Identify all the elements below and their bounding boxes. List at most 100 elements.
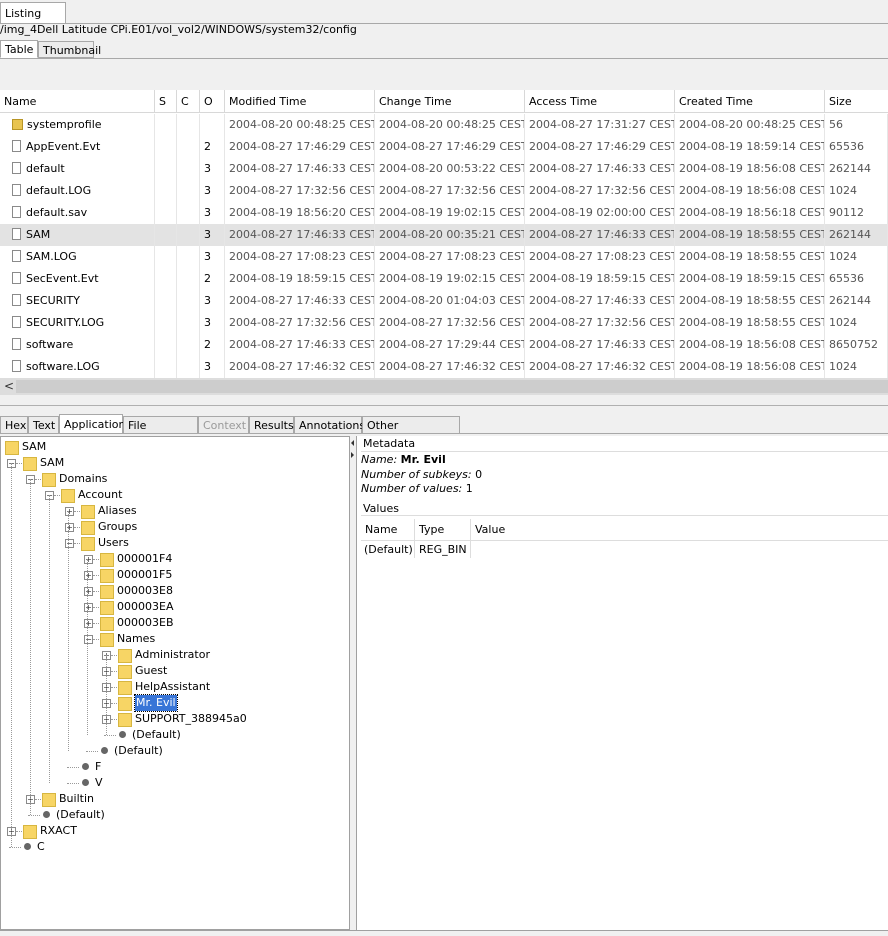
cell-chg: 2004-08-19 19:02:15 CEST bbox=[375, 268, 525, 290]
tree-node[interactable]: +000003EA bbox=[1, 599, 349, 615]
listing-tab[interactable]: Listing bbox=[0, 2, 66, 24]
file-name: software.LOG bbox=[26, 360, 100, 373]
tree-node[interactable]: SAM bbox=[1, 439, 349, 455]
tree-connector bbox=[111, 687, 117, 688]
divider-right-arrow-icon[interactable] bbox=[351, 452, 354, 458]
table-row[interactable]: AppEvent.Evt 2 2004-08-27 17:46:29 CEST 200… bbox=[0, 136, 888, 158]
table-row[interactable]: default.sav 3 2004-08-19 18:56:20 CEST 2004… bbox=[0, 202, 888, 224]
tree-node[interactable]: − Account bbox=[1, 487, 349, 503]
table-row[interactable]: SECURITY 3 2004-08-27 17:46:33 CEST 2004-08… bbox=[0, 290, 888, 312]
values-row-name[interactable]: (Default) bbox=[361, 541, 415, 558]
tree-node[interactable]: − Domains bbox=[1, 471, 349, 487]
cell-c bbox=[177, 136, 200, 158]
cell-acc: 2004-08-27 17:32:56 CEST bbox=[525, 312, 675, 334]
tree-node[interactable]: + RXACT bbox=[1, 823, 349, 839]
col-header-access[interactable]: Access Time bbox=[525, 90, 675, 113]
col-header-size[interactable]: Size bbox=[825, 90, 888, 113]
tree-node[interactable]: + Guest bbox=[1, 663, 349, 679]
values-col-name[interactable]: Name bbox=[361, 519, 415, 541]
col-header-modified[interactable]: Modified Time bbox=[225, 90, 375, 113]
tree-node[interactable]: C bbox=[1, 839, 349, 855]
file-name: AppEvent.Evt bbox=[26, 140, 101, 153]
col-header-change[interactable]: Change Time bbox=[375, 90, 525, 113]
tree-node[interactable]: +000003E8 bbox=[1, 583, 349, 599]
pane-splitter[interactable] bbox=[0, 405, 888, 406]
file-table: Name S C O Modified Time Change Time Acc… bbox=[0, 90, 888, 378]
expand-icon[interactable]: + bbox=[84, 603, 93, 612]
expand-icon[interactable]: + bbox=[65, 507, 74, 516]
tab-other-occurrences[interactable]: Other Occurrences bbox=[362, 416, 460, 450]
tree-node[interactable]: + HelpAssistant bbox=[1, 679, 349, 695]
folder-icon bbox=[5, 441, 19, 455]
tab-annotations[interactable]: Annotations bbox=[294, 416, 365, 434]
values-col-value[interactable]: Value bbox=[471, 519, 888, 541]
values-col-type[interactable]: Type bbox=[415, 519, 471, 541]
tree-node[interactable]: − Users bbox=[1, 535, 349, 551]
tree-node[interactable]: +000001F4 bbox=[1, 551, 349, 567]
values-row-type[interactable]: REG_BIN bbox=[415, 541, 471, 558]
table-row[interactable]: SECURITY.LOG 3 2004-08-27 17:32:56 CEST 200… bbox=[0, 312, 888, 334]
tree-node[interactable]: + SUPPORT_388945a0 bbox=[1, 711, 349, 727]
tree-node[interactable]: +000003EB bbox=[1, 615, 349, 631]
collapse-icon[interactable]: − bbox=[65, 539, 74, 548]
col-header-s[interactable]: S bbox=[155, 90, 177, 113]
name-value: Mr. Evil bbox=[400, 453, 446, 466]
table-row[interactable]: software 2 2004-08-27 17:46:33 CEST 2004-08… bbox=[0, 334, 888, 356]
file-icon bbox=[12, 272, 21, 284]
values-row-value[interactable] bbox=[471, 541, 888, 558]
tab-results[interactable]: Results bbox=[249, 416, 294, 434]
col-header-name[interactable]: Name bbox=[0, 90, 155, 113]
tree-node[interactable]: + Aliases bbox=[1, 503, 349, 519]
tree-node[interactable]: − SAM bbox=[1, 455, 349, 471]
tab-table[interactable]: Table bbox=[0, 40, 38, 58]
divider-left-arrow-icon[interactable] bbox=[351, 440, 354, 446]
tab-text[interactable]: Text bbox=[28, 416, 59, 434]
tree-node[interactable]: + Groups bbox=[1, 519, 349, 535]
tree-connector bbox=[16, 831, 22, 832]
table-row[interactable]: SAM 3 2004-08-27 17:46:33 CEST 2004-08-20 0… bbox=[0, 224, 888, 246]
tree-node[interactable]: +000001F5 bbox=[1, 567, 349, 583]
tree-connector bbox=[35, 479, 41, 480]
scroll-left-icon[interactable]: < bbox=[4, 378, 14, 395]
expand-icon[interactable]: + bbox=[84, 587, 93, 596]
tree-node[interactable]: − Names bbox=[1, 631, 349, 647]
expand-icon[interactable]: + bbox=[84, 619, 93, 628]
tab-hex[interactable]: Hex bbox=[0, 416, 28, 434]
tree-node[interactable]: (Default) bbox=[1, 743, 349, 759]
tree-node[interactable]: (Default) bbox=[1, 807, 349, 823]
tab-thumbnail[interactable]: Thumbnail bbox=[38, 41, 101, 58]
table-row[interactable]: SecEvent.Evt 2 2004-08-19 18:59:15 CEST 200… bbox=[0, 268, 888, 290]
cell-name: default.LOG bbox=[0, 180, 155, 202]
col-header-created[interactable]: Created Time bbox=[675, 90, 825, 113]
col-header-o[interactable]: O bbox=[200, 90, 225, 113]
tab-application[interactable]: Application bbox=[59, 414, 125, 434]
tree-connector bbox=[49, 495, 50, 783]
scrollbar-thumb[interactable] bbox=[16, 380, 888, 393]
cell-o bbox=[200, 114, 225, 136]
collapse-icon[interactable]: − bbox=[84, 635, 93, 644]
expand-icon[interactable]: + bbox=[65, 523, 74, 532]
expand-icon[interactable]: + bbox=[84, 571, 93, 580]
table-row[interactable]: systemprofile 2004-08-20 00:48:25 CEST 200… bbox=[0, 114, 888, 136]
cell-size: 8650752 bbox=[825, 334, 888, 356]
tree-node[interactable]: + Mr. Evil bbox=[1, 694, 349, 712]
registry-tree: SAM − SAM − Domains − Account + Aliases + Groups − U… bbox=[0, 436, 350, 930]
tree-node[interactable]: + Builtin bbox=[1, 791, 349, 807]
cell-o: 3 bbox=[200, 158, 225, 180]
table-row[interactable]: default 3 2004-08-27 17:46:33 CEST 2004-08-… bbox=[0, 158, 888, 180]
col-header-c[interactable]: C bbox=[177, 90, 200, 113]
tree-node[interactable]: (Default) bbox=[1, 727, 349, 743]
metadata-name-row: Name: Mr. Evil bbox=[361, 453, 446, 466]
table-row[interactable]: default.LOG 3 2004-08-27 17:32:56 CEST 2004… bbox=[0, 180, 888, 202]
tree-node[interactable]: F bbox=[1, 759, 349, 775]
table-row[interactable]: software.LOG 3 2004-08-27 17:46:32 CEST 200… bbox=[0, 356, 888, 378]
cell-cre: 2004-08-19 18:58:55 CEST bbox=[675, 246, 825, 268]
table-row[interactable]: SAM.LOG 3 2004-08-27 17:08:23 CEST 2004-08-… bbox=[0, 246, 888, 268]
tree-node[interactable]: + Administrator bbox=[1, 647, 349, 663]
cell-size: 1024 bbox=[825, 246, 888, 268]
folder-icon bbox=[118, 665, 132, 679]
tab-file-metadata[interactable]: File Metadata bbox=[123, 416, 198, 450]
expand-icon[interactable]: + bbox=[84, 555, 93, 564]
horizontal-scrollbar[interactable]: < bbox=[0, 378, 888, 395]
tree-node[interactable]: V bbox=[1, 775, 349, 791]
